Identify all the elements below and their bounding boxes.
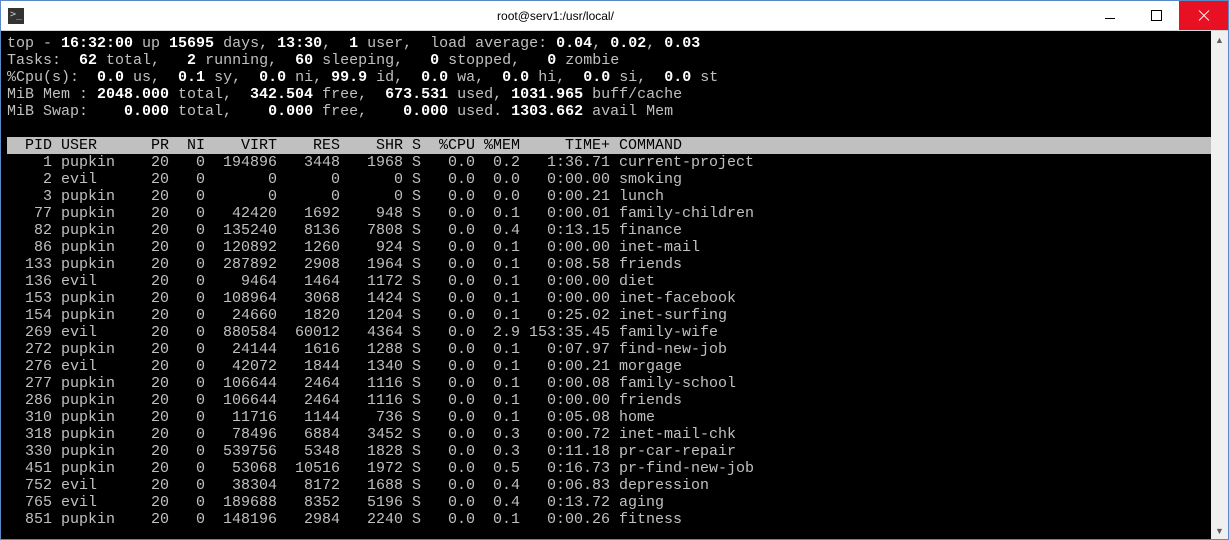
terminal-window: root@serv1:/usr/local/ top - 16:32:00 up… — [0, 0, 1229, 540]
process-row: 133pupkin20028789229081964S0.00.10:08.58… — [7, 256, 1222, 273]
terminal-icon — [8, 8, 24, 24]
window-title: root@serv1:/usr/local/ — [24, 9, 1087, 23]
process-row: 451pupkin20053068105161972S0.00.50:16.73… — [7, 460, 1222, 477]
window-controls — [1087, 1, 1228, 30]
process-row: 286pupkin20010664424641116S0.00.10:00.00… — [7, 392, 1222, 409]
scroll-down-icon[interactable]: ▼ — [1211, 522, 1228, 539]
top-mem-line: MiB Mem : 2048.000 total, 342.504 free, … — [7, 86, 1222, 103]
process-row: 2evil200000S0.00.00:00.00smoking — [7, 171, 1222, 188]
process-row: 765evil20018968883525196S0.00.40:13.72ag… — [7, 494, 1222, 511]
scroll-up-icon[interactable]: ▲ — [1211, 31, 1228, 48]
process-row: 851pupkin20014819629842240S0.00.10:00.26… — [7, 511, 1222, 528]
process-row: 318pupkin2007849668843452S0.00.30:00.72i… — [7, 426, 1222, 443]
process-row: 86pupkin2001208921260924S0.00.10:00.00in… — [7, 239, 1222, 256]
process-row: 82pupkin20013524081367808S0.00.40:13.15f… — [7, 222, 1222, 239]
process-row: 276evil2004207218441340S0.00.10:00.21mor… — [7, 358, 1222, 375]
top-uptime-line: top - 16:32:00 up 15695 days, 13:30, 1 u… — [7, 35, 1222, 52]
top-tasks-line: Tasks: 62 total, 2 running, 60 sleeping,… — [7, 52, 1222, 69]
process-row: 269evil200880584600124364S0.02.9153:35.4… — [7, 324, 1222, 341]
minimize-button[interactable] — [1087, 1, 1133, 30]
scrollbar[interactable]: ▲ ▼ — [1211, 31, 1228, 539]
process-row: 3pupkin200000S0.00.00:00.21lunch — [7, 188, 1222, 205]
process-row: 154pupkin2002466018201204S0.00.10:25.02i… — [7, 307, 1222, 324]
process-row: 277pupkin20010664424641116S0.00.10:00.08… — [7, 375, 1222, 392]
top-cpu-line: %Cpu(s): 0.0 us, 0.1 sy, 0.0 ni, 99.9 id… — [7, 69, 1222, 86]
process-row: 310pupkin200117161144736S0.00.10:05.08ho… — [7, 409, 1222, 426]
process-row: 77pupkin200424201692948S0.00.10:00.01fam… — [7, 205, 1222, 222]
maximize-button[interactable] — [1133, 1, 1179, 30]
terminal-output[interactable]: top - 16:32:00 up 15695 days, 13:30, 1 u… — [1, 31, 1228, 539]
process-row: 1pupkin20019489634481968S0.00.21:36.71cu… — [7, 154, 1222, 171]
close-button[interactable] — [1179, 1, 1228, 30]
process-row: 330pupkin20053975653481828S0.00.30:11.18… — [7, 443, 1222, 460]
process-row: 136evil200946414641172S0.00.10:00.00diet — [7, 273, 1222, 290]
process-row: 153pupkin20010896430681424S0.00.10:00.00… — [7, 290, 1222, 307]
titlebar: root@serv1:/usr/local/ — [1, 1, 1228, 31]
scroll-track[interactable] — [1211, 48, 1228, 522]
top-swap-line: MiB Swap: 0.000 total, 0.000 free, 0.000… — [7, 103, 1222, 120]
process-row: 752evil2003830481721688S0.00.40:06.83dep… — [7, 477, 1222, 494]
column-headers: PIDUSERPRNIVIRTRESSHRS%CPU%MEMTIME+COMMA… — [7, 137, 1222, 154]
process-row: 272pupkin2002414416161288S0.00.10:07.97f… — [7, 341, 1222, 358]
